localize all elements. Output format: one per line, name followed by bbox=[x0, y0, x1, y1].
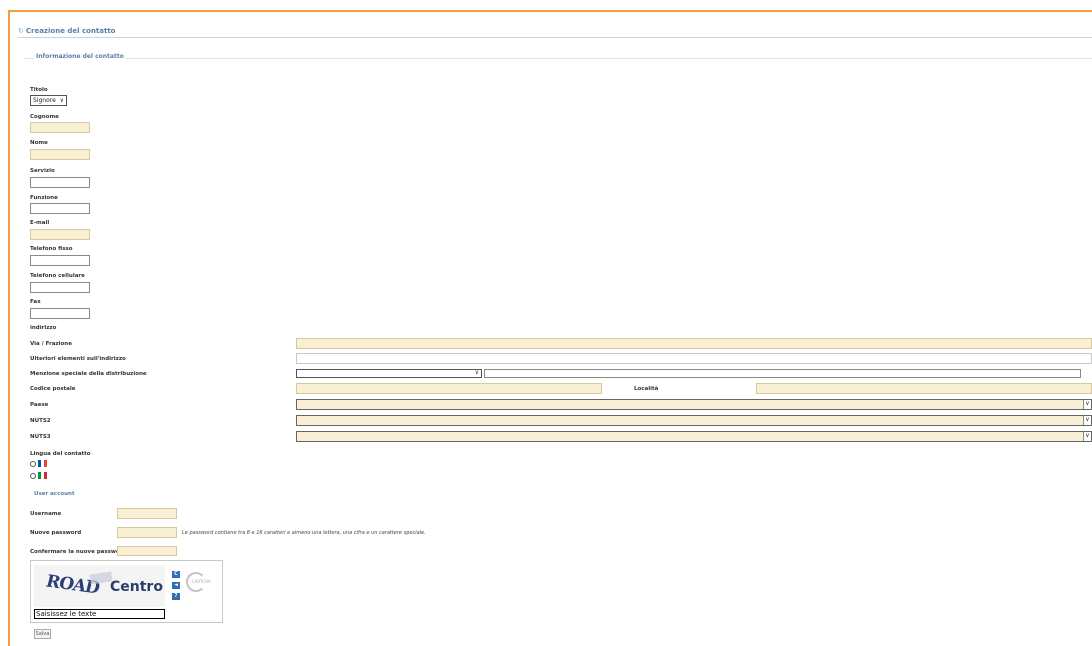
fax-input[interactable] bbox=[30, 308, 90, 319]
flag-italian-icon bbox=[38, 472, 47, 479]
menzione-text-input[interactable] bbox=[484, 369, 1081, 378]
username-input[interactable] bbox=[117, 508, 177, 519]
localita-label: Località bbox=[634, 386, 659, 392]
confirm-password-input[interactable] bbox=[117, 546, 177, 556]
captcha-image: ROAD Centro bbox=[34, 565, 165, 607]
section-legend-contact: Informazione del contatto bbox=[34, 53, 126, 60]
captcha-refresh-icon[interactable]: C bbox=[172, 571, 180, 578]
telefono-cellulare-label: Telefono cellulare bbox=[30, 273, 85, 279]
page-title-text: Creazione del contatto bbox=[25, 27, 116, 35]
email-label: E-mail bbox=[30, 220, 50, 226]
lingua-radio-italian[interactable] bbox=[30, 473, 36, 479]
captcha-input[interactable]: Saisissez le texte bbox=[34, 609, 165, 619]
fax-label: Fax bbox=[30, 299, 41, 305]
nuts3-label: NUTS3 bbox=[30, 434, 51, 440]
password-hint: Le password contiene tra 8 e 16 caratter… bbox=[182, 530, 426, 536]
titolo-label: Titolo bbox=[30, 87, 48, 93]
titolo-select[interactable]: Signore ∨ bbox=[30, 95, 67, 106]
telefono-cellulare-input[interactable] bbox=[30, 282, 90, 293]
servizio-input[interactable] bbox=[30, 177, 90, 188]
paese-label: Paese bbox=[30, 402, 49, 408]
user-account-heading: User account bbox=[34, 491, 75, 497]
paese-select[interactable]: ∨ bbox=[296, 399, 1092, 410]
funzione-label: Funzione bbox=[30, 195, 58, 201]
flag-french-icon bbox=[38, 460, 47, 467]
codice-postale-label: Codice postale bbox=[30, 386, 76, 392]
chevron-down-icon: ∨ bbox=[59, 97, 64, 104]
chevron-down-icon: ∨ bbox=[1083, 400, 1091, 409]
chevron-down-icon: ∨ bbox=[474, 369, 479, 376]
via-input[interactable] bbox=[296, 338, 1092, 349]
captcha-logo-text: CAPTCHA bbox=[192, 579, 211, 584]
password-label: Nuove password bbox=[30, 530, 82, 536]
cognome-input[interactable] bbox=[30, 122, 90, 133]
page-title: ↻ Creazione del contatto bbox=[18, 27, 1092, 38]
nome-label: Nome bbox=[30, 140, 48, 146]
nuts2-label: NUTS2 bbox=[30, 418, 51, 424]
menzione-label: Menzione speciale della distribuzione bbox=[30, 371, 147, 377]
confirm-password-label: Confermare la nuove password bbox=[30, 549, 127, 555]
via-label: Via / Frazione bbox=[30, 341, 72, 347]
ulteriori-input[interactable] bbox=[296, 353, 1092, 364]
captcha-audio-icon[interactable]: ◄ bbox=[172, 582, 180, 589]
captcha-word-2: Centro bbox=[110, 579, 163, 595]
email-input[interactable] bbox=[30, 229, 90, 240]
lingua-label: Lingua del contatto bbox=[30, 451, 91, 457]
servizio-label: Servizio bbox=[30, 168, 55, 174]
nuts2-select[interactable]: ∨ bbox=[296, 415, 1092, 426]
refresh-icon: ↻ bbox=[18, 27, 24, 35]
cognome-label: Cognome bbox=[30, 114, 59, 120]
nuts3-select[interactable]: ∨ bbox=[296, 431, 1092, 442]
chevron-down-icon: ∨ bbox=[1083, 416, 1091, 425]
username-label: Username bbox=[30, 511, 62, 517]
save-button[interactable]: Salva bbox=[34, 629, 51, 639]
codice-postale-input[interactable] bbox=[296, 383, 602, 394]
lingua-radio-french[interactable] bbox=[30, 461, 36, 467]
fieldset-border bbox=[24, 58, 1092, 59]
localita-input[interactable] bbox=[756, 383, 1092, 394]
chevron-down-icon: ∨ bbox=[1083, 432, 1091, 441]
nome-input[interactable] bbox=[30, 149, 90, 160]
titolo-select-value: Signore bbox=[33, 97, 56, 104]
menzione-select[interactable]: ∨ bbox=[296, 369, 482, 378]
indirizzo-heading: indirizzo bbox=[30, 325, 57, 331]
ulteriori-label: Ulteriori elementi sull'indirizzo bbox=[30, 356, 126, 362]
captcha-help-icon[interactable]: ? bbox=[172, 593, 180, 600]
telefono-fisso-input[interactable] bbox=[30, 255, 90, 266]
telefono-fisso-label: Telefono fisso bbox=[30, 246, 73, 252]
funzione-input[interactable] bbox=[30, 203, 90, 214]
password-input[interactable] bbox=[117, 527, 177, 538]
